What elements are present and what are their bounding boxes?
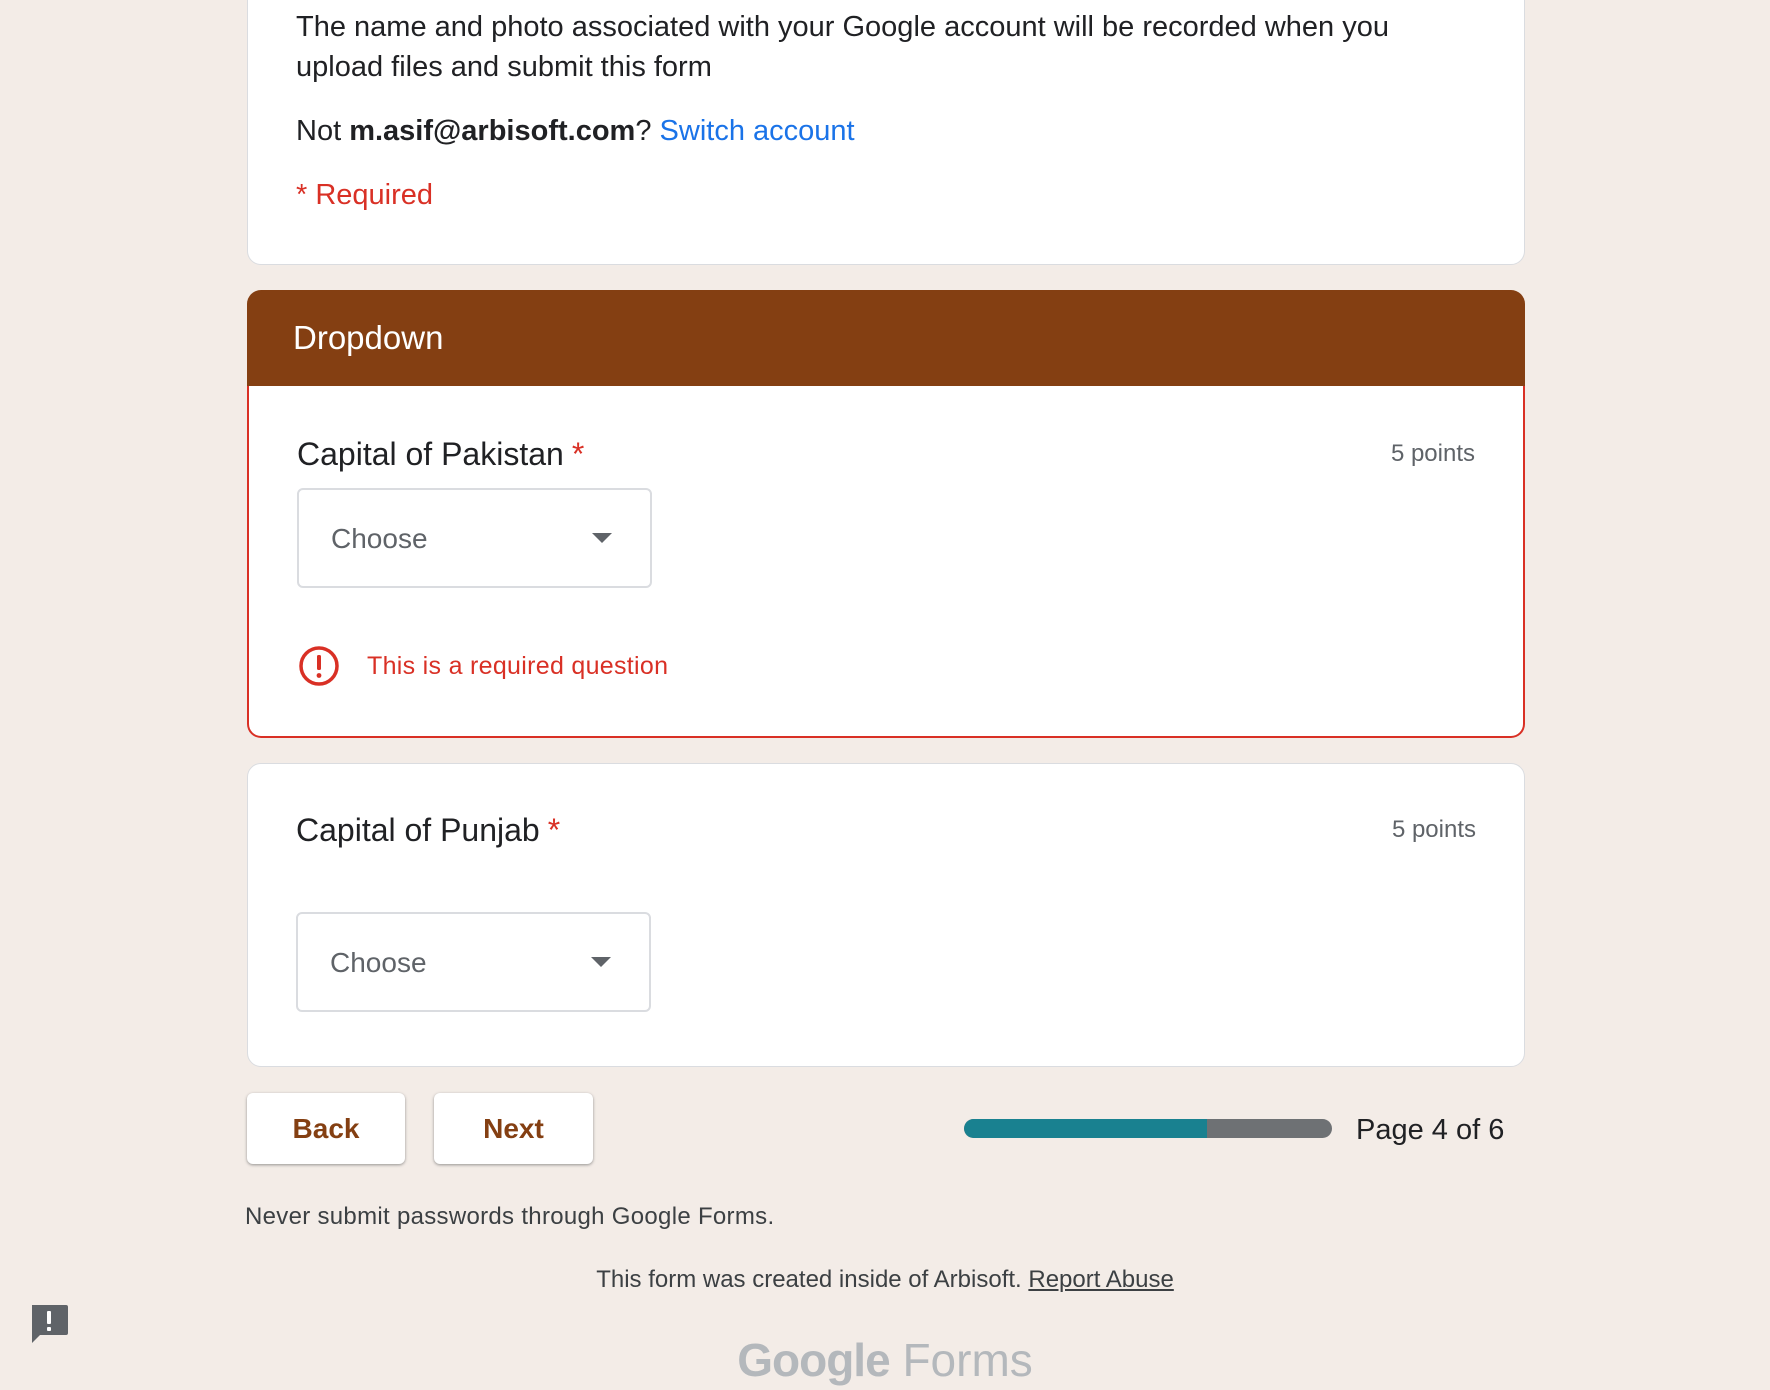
created-text: This form was created inside of Arbisoft… [596,1266,1022,1293]
password-warning: Never submit passwords through Google Fo… [245,1203,775,1230]
footer-created-line: This form was created inside of Arbisoft… [0,1263,1770,1297]
google-forms-logo[interactable]: Google Forms [0,1330,1770,1390]
back-button[interactable]: Back [247,1093,405,1164]
section-title: Dropdown [293,319,444,356]
account-email: m.asif@arbisoft.com [349,115,636,147]
form-info-card: The name and photo associated with your … [247,0,1525,265]
error-circle-icon [299,646,339,686]
progress-bar [964,1119,1332,1138]
switch-account-link[interactable]: Switch account [660,115,855,147]
account-prefix: Not [296,115,342,147]
question-title-text: Capital of Pakistan [297,436,564,472]
account-suffix: ? [635,115,652,147]
feedback-icon[interactable] [28,1302,70,1344]
question-card-punjab: Capital of Punjab * 5 points Choose [247,763,1525,1067]
question-card-pakistan: Capital of Pakistan * 5 points Choose Thi… [247,386,1525,738]
question-points: 5 points [1391,816,1476,843]
dropdown-placeholder: Choose [331,523,428,554]
error-message: This is a required question [367,652,669,680]
account-recording-notice: The name and photo associated with your … [296,11,1389,83]
section-header: Dropdown [247,290,1525,386]
question-title-text: Capital of Punjab [296,812,540,848]
required-note: * Required [296,179,434,211]
dropdown-placeholder: Choose [330,947,427,978]
answer-dropdown[interactable]: Choose [297,488,652,588]
logo-forms-text: Forms [902,1334,1033,1386]
logo-google-text: Google [737,1334,890,1386]
caret-down-icon [592,533,612,543]
next-button[interactable]: Next [434,1093,593,1164]
question-points: 5 points [1390,440,1475,467]
report-abuse-link[interactable]: Report Abuse [1028,1266,1173,1293]
question-title: Capital of Punjab * [296,808,560,852]
required-asterisk: * [571,436,585,472]
progress-bar-fill [964,1119,1207,1138]
required-asterisk: * [547,812,561,848]
answer-dropdown[interactable]: Choose [296,912,651,1012]
page-indicator: Page 4 of 6 [1356,1114,1505,1146]
question-title: Capital of Pakistan * [297,432,584,476]
caret-down-icon [591,957,611,967]
account-line: Not m.asif@arbisoft.com? Switch account [296,111,855,151]
